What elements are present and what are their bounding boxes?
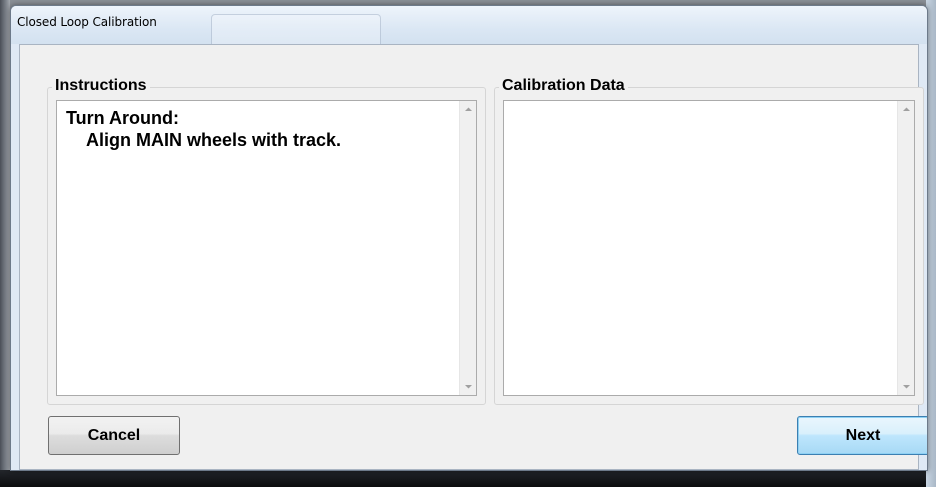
dialog-client-area: Instructions Turn Around: Align MAIN whe… (19, 44, 927, 470)
window-title: Closed Loop Calibration (17, 15, 157, 29)
calibration-window: Closed Loop Calibration Instructions Tur… (10, 5, 928, 471)
background-taskbar-edge (0, 470, 936, 487)
instruction-heading: Turn Around: (66, 108, 179, 128)
scroll-down-arrow-icon[interactable] (898, 378, 915, 395)
instruction-detail: Align MAIN wheels with track. (86, 130, 342, 150)
instructions-label: Instructions (52, 77, 150, 95)
calibration-data-textbox[interactable] (503, 100, 915, 396)
cancel-button[interactable]: Cancel (48, 416, 180, 455)
title-bar[interactable]: Closed Loop Calibration (11, 6, 927, 44)
scroll-down-arrow-icon[interactable] (460, 378, 477, 395)
background-tab-ghost (211, 14, 381, 44)
instructions-group: Instructions Turn Around: Align MAIN whe… (47, 77, 486, 405)
calibration-data-label: Calibration Data (499, 77, 628, 95)
instructions-content: Turn Around: Align MAIN wheels with trac… (66, 107, 341, 151)
scroll-up-arrow-icon[interactable] (460, 101, 477, 118)
background-desktop-left (0, 0, 10, 487)
next-button[interactable]: Next (797, 416, 927, 455)
scroll-up-arrow-icon[interactable] (898, 101, 915, 118)
instructions-scrollbar[interactable] (459, 101, 476, 395)
instructions-textbox[interactable]: Turn Around: Align MAIN wheels with trac… (56, 100, 477, 396)
calibration-data-scrollbar[interactable] (897, 101, 914, 395)
calibration-data-group: Calibration Data (494, 77, 924, 405)
